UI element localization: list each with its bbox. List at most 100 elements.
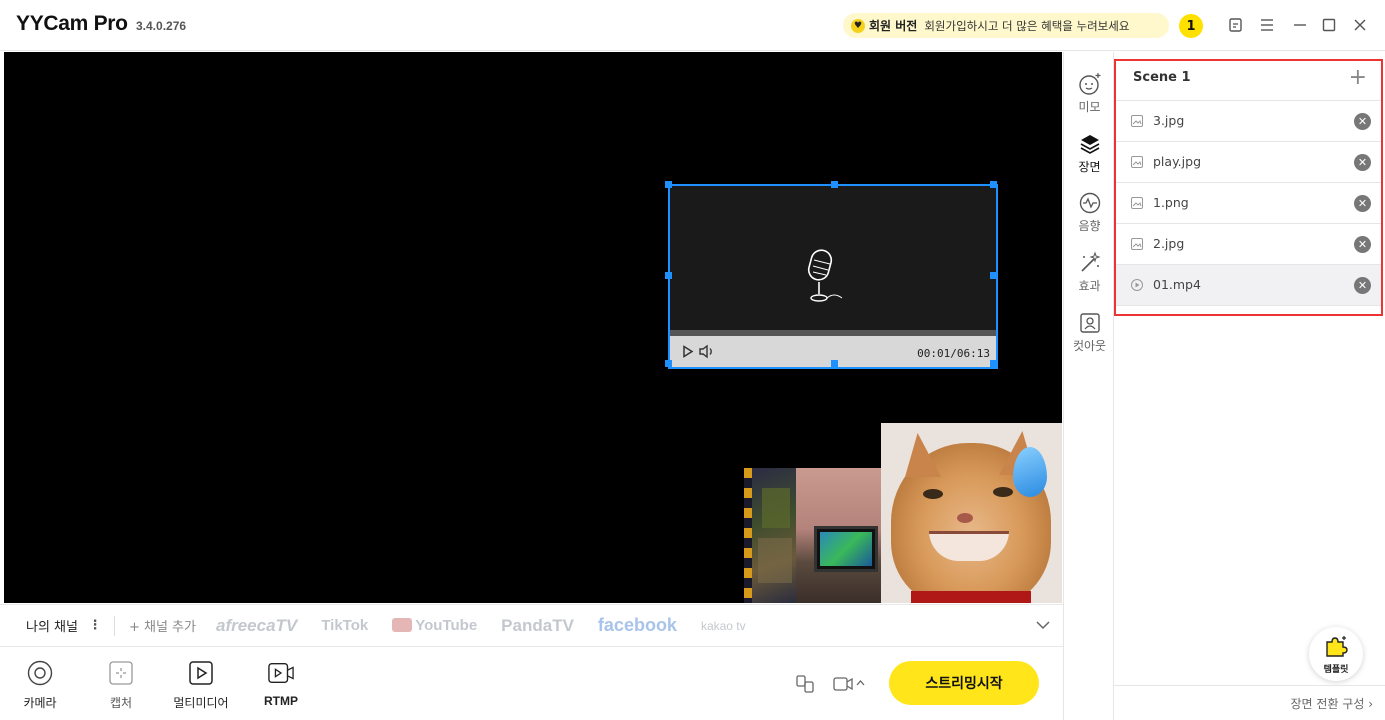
platform-facebook[interactable]: facebook xyxy=(598,615,677,636)
video-source-frame[interactable]: 00:01/06:13 xyxy=(668,184,998,369)
resize-handle[interactable] xyxy=(665,181,672,188)
remove-source-icon[interactable]: ✕ xyxy=(1354,277,1371,294)
platform-tiktok[interactable]: TikTok xyxy=(321,617,368,634)
member-label: 회원 버전 xyxy=(869,19,918,33)
chevron-up-icon[interactable] xyxy=(856,679,865,686)
multimedia-button[interactable]: 멀티미디어 xyxy=(166,658,236,711)
notification-badge[interactable]: 1 xyxy=(1179,14,1203,38)
close-icon[interactable] xyxy=(1351,16,1369,34)
remove-source-icon[interactable]: ✕ xyxy=(1354,113,1371,130)
water-drop-icon xyxy=(1013,447,1047,497)
source-name: 3.jpg xyxy=(1153,113,1185,128)
video-timestamp: 00:01/06:13 xyxy=(917,347,990,360)
promo-message: 회원가입하시고 더 많은 혜택을 누려보세요 xyxy=(924,18,1130,33)
resize-handle[interactable] xyxy=(831,181,838,188)
bottom-toolbar: 카메라 캡처 멀티미디어 RTMP 스트리밍시작 xyxy=(0,648,1063,720)
multimedia-icon xyxy=(188,660,214,686)
resize-handle[interactable] xyxy=(831,360,838,367)
capture-icon xyxy=(108,660,134,686)
template-button[interactable]: 템플릿 xyxy=(1309,627,1363,681)
channel-bar: 나의 채널 ⋮ + 채널 추가 afreecaTV TikTok YouTube… xyxy=(0,604,1063,647)
room-image-source[interactable] xyxy=(796,468,886,603)
my-channel-label[interactable]: 나의 채널 xyxy=(26,616,78,635)
tab-effect-label: 효과 xyxy=(1078,279,1101,293)
resize-handle[interactable] xyxy=(665,272,672,279)
source-item-selected[interactable]: 01.mp4 ✕ xyxy=(1116,265,1381,306)
vertical-tab-bar: 미모 장면 음향 효과 컷아웃 xyxy=(1063,52,1114,720)
video-file-icon xyxy=(1131,279,1143,291)
game-image-source[interactable] xyxy=(744,468,796,603)
divider xyxy=(113,615,115,636)
screen-switch-icon[interactable] xyxy=(796,675,814,693)
heart-icon: ♥ xyxy=(851,18,865,33)
stream-preview-canvas[interactable]: 00:01/06:13 xyxy=(4,52,1062,603)
resize-handle[interactable] xyxy=(990,360,997,367)
image-file-icon xyxy=(1131,156,1143,168)
platform-afreecatv[interactable]: afreecaTV xyxy=(216,616,297,636)
source-name: play.jpg xyxy=(1153,154,1201,169)
remove-source-icon[interactable]: ✕ xyxy=(1354,195,1371,212)
remove-source-icon[interactable]: ✕ xyxy=(1354,236,1371,253)
face-sticker-icon xyxy=(1078,72,1102,96)
remove-source-icon[interactable]: ✕ xyxy=(1354,154,1371,171)
microphone-icon xyxy=(807,249,843,302)
tab-audio[interactable]: 음향 xyxy=(1064,191,1115,234)
tab-scene-label: 장면 xyxy=(1078,160,1101,174)
volume-icon[interactable] xyxy=(698,344,716,359)
platform-youtube[interactable]: YouTube xyxy=(392,617,477,634)
title-bar: YYCam Pro 3.4.0.276 ♥ 회원 버전 회원가입하시고 더 많은… xyxy=(0,0,1385,51)
resize-handle[interactable] xyxy=(990,272,997,279)
tab-cutout-label: 컷아웃 xyxy=(1072,339,1107,353)
channel-more-icon[interactable]: ⋮ xyxy=(88,618,102,633)
chevron-down-icon[interactable] xyxy=(1036,620,1050,630)
scene-source-panel: Scene 1 + 3.jpg ✕ play.jpg ✕ 1.png ✕ 2.j… xyxy=(1114,59,1383,316)
add-source-button[interactable]: + xyxy=(1349,67,1367,89)
tab-scene[interactable]: 장면 xyxy=(1064,132,1115,175)
source-item[interactable]: 3.jpg ✕ xyxy=(1116,101,1381,142)
source-item[interactable]: 1.png ✕ xyxy=(1116,183,1381,224)
source-item[interactable]: play.jpg ✕ xyxy=(1116,142,1381,183)
app-logo: YYCam Pro xyxy=(16,12,128,35)
rtmp-label: RTMP xyxy=(264,694,298,708)
menu-icon[interactable] xyxy=(1258,16,1276,34)
source-name: 1.png xyxy=(1153,195,1189,210)
scene-title: Scene 1 xyxy=(1133,70,1191,85)
image-file-icon xyxy=(1131,115,1143,127)
play-icon[interactable] xyxy=(682,345,694,358)
resize-handle[interactable] xyxy=(990,181,997,188)
image-file-icon xyxy=(1131,197,1143,209)
layers-icon xyxy=(1078,132,1102,156)
capture-label: 캡처 xyxy=(109,696,133,710)
edit-icon[interactable] xyxy=(1227,16,1245,34)
app-version: 3.4.0.276 xyxy=(136,19,187,33)
tab-effect[interactable]: 효과 xyxy=(1064,251,1115,294)
video-camera-icon[interactable] xyxy=(833,676,853,692)
member-promo-banner[interactable]: ♥ 회원 버전 회원가입하시고 더 많은 혜택을 누려보세요 xyxy=(843,13,1169,38)
cat-image-source[interactable] xyxy=(881,423,1062,603)
platform-pandatv[interactable]: PandaTV xyxy=(501,616,574,636)
template-label: 템플릿 xyxy=(1323,665,1349,675)
capture-button[interactable]: 캡처 xyxy=(86,658,156,711)
source-name: 2.jpg xyxy=(1153,236,1185,251)
start-streaming-button[interactable]: 스트리밍시작 xyxy=(889,661,1039,705)
magic-wand-icon xyxy=(1078,251,1102,275)
rtmp-button[interactable]: RTMP xyxy=(246,658,316,708)
add-channel-button[interactable]: + 채널 추가 xyxy=(129,616,196,635)
scene-header: Scene 1 + xyxy=(1116,61,1381,101)
youtube-logo-icon xyxy=(392,618,413,632)
puzzle-icon xyxy=(1326,636,1348,657)
scene-transition-link[interactable]: 장면 전환 구성 › xyxy=(1114,685,1385,720)
minimize-icon[interactable] xyxy=(1291,16,1309,34)
maximize-icon[interactable] xyxy=(1320,16,1338,34)
camera-button[interactable]: 카메라 xyxy=(5,658,75,711)
app-window: YYCam Pro 3.4.0.276 ♥ 회원 버전 회원가입하시고 더 많은… xyxy=(0,0,1385,720)
portrait-cutout-icon xyxy=(1078,311,1102,335)
multimedia-label: 멀티미디어 xyxy=(173,696,229,710)
tab-memo[interactable]: 미모 xyxy=(1064,72,1115,115)
audio-wave-icon xyxy=(1078,191,1102,215)
source-item[interactable]: 2.jpg ✕ xyxy=(1116,224,1381,265)
tab-audio-label: 음향 xyxy=(1078,219,1101,233)
tab-cutout[interactable]: 컷아웃 xyxy=(1064,311,1115,354)
platform-kakaotv[interactable]: kakao tv xyxy=(701,619,746,633)
resize-handle[interactable] xyxy=(665,360,672,367)
